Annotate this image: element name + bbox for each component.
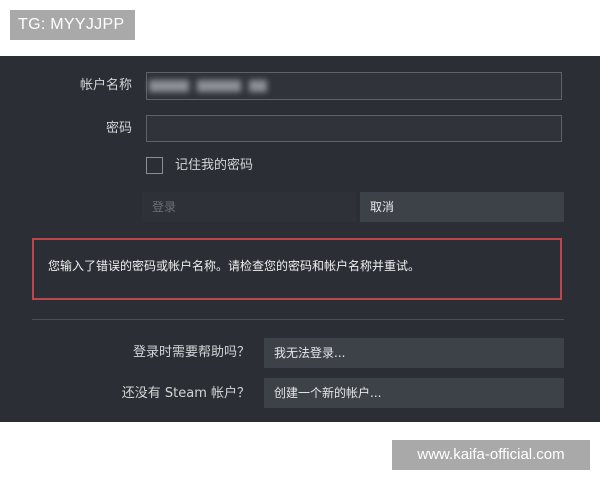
error-message-text: 您输入了错误的密码或帐户名称。请检查您的密码和帐户名称并重试。 [48, 259, 421, 273]
divider [32, 319, 564, 320]
tg-watermark: TG: MYYJJPP [10, 10, 135, 40]
remember-password-checkbox[interactable] [146, 157, 163, 174]
remember-password-label: 记住我的密码 [175, 158, 254, 173]
login-button[interactable]: 登录 [142, 192, 356, 222]
account-name-label: 帐户名称 [79, 78, 132, 93]
need-help-label: 登录时需要帮助吗？ [132, 345, 250, 360]
cant-login-button[interactable]: 我无法登录... [264, 338, 564, 368]
create-account-button[interactable]: 创建一个新的帐户... [264, 378, 564, 408]
cancel-button[interactable]: 取消 [360, 192, 564, 222]
no-account-label: 还没有 Steam 帐户？ [121, 386, 250, 401]
site-watermark: www.kaifa-official.com [392, 440, 590, 470]
steam-login-panel: 帐户名称 密码 记住我的密码 登录 取消 您输入了错误的密码或帐户名称。请检查您… [0, 56, 600, 422]
password-label: 密码 [105, 121, 132, 136]
password-field[interactable] [146, 115, 562, 142]
blurred-account-name [149, 80, 267, 94]
error-message-box: 您输入了错误的密码或帐户名称。请检查您的密码和帐户名称并重试。 [32, 238, 562, 300]
account-name-field[interactable] [146, 72, 562, 100]
